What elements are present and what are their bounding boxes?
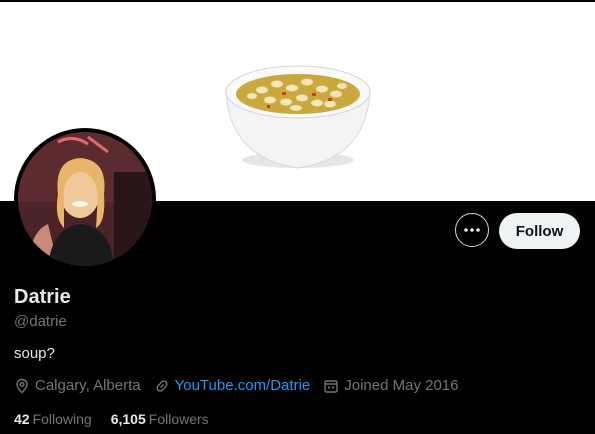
followers-count: 6,105 bbox=[110, 411, 146, 427]
followers-label: Followers bbox=[148, 411, 209, 427]
joined-text: Joined May 2016 bbox=[344, 377, 459, 394]
profile-avatar[interactable] bbox=[14, 128, 156, 270]
location-text: Calgary, Alberta bbox=[35, 377, 141, 394]
profile-handle: @datrie bbox=[14, 313, 67, 330]
website-link[interactable]: YouTube.com/Datrie bbox=[175, 377, 311, 394]
followers-stat[interactable]: 6,105 Followers bbox=[111, 411, 209, 427]
location-item: Calgary, Alberta bbox=[14, 377, 141, 394]
profile-meta: Calgary, Alberta YouTube.com/Datrie Join… bbox=[14, 377, 472, 394]
follow-button[interactable]: Follow bbox=[499, 213, 580, 249]
profile-name: Datrie bbox=[14, 286, 71, 308]
link-icon bbox=[156, 379, 168, 392]
location-pin-icon bbox=[16, 378, 28, 393]
more-horizontal-icon bbox=[464, 228, 480, 232]
soup-bowl-image bbox=[225, 65, 371, 169]
following-count: 42 bbox=[14, 411, 30, 427]
following-stat[interactable]: 42 Following bbox=[14, 411, 92, 427]
calendar-icon bbox=[324, 379, 338, 393]
profile-bio: soup? bbox=[14, 345, 55, 362]
following-label: Following bbox=[32, 411, 92, 427]
more-options-button[interactable] bbox=[455, 213, 489, 247]
website-item[interactable]: YouTube.com/Datrie bbox=[154, 377, 311, 394]
avatar-image bbox=[18, 132, 152, 266]
joined-item: Joined May 2016 bbox=[323, 377, 459, 394]
profile-stats: 42 Following 6,105 Followers bbox=[14, 411, 228, 427]
